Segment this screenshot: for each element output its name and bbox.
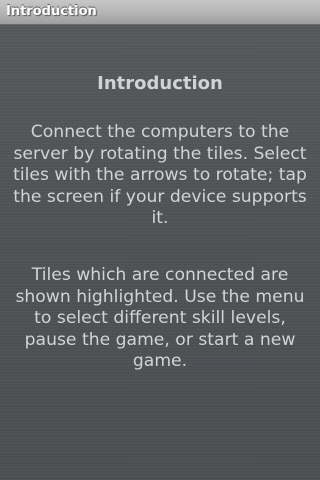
title-bar: Introduction [0, 0, 320, 25]
introduction-content[interactable]: Introduction Connect the computers to th… [0, 25, 320, 480]
window-title: Introduction [6, 4, 97, 19]
intro-paragraph-1: Connect the computers to the server by r… [13, 122, 307, 228]
intro-paragraph-2: Tiles which are connected are shown high… [15, 265, 305, 371]
page-heading: Introduction [97, 73, 223, 94]
